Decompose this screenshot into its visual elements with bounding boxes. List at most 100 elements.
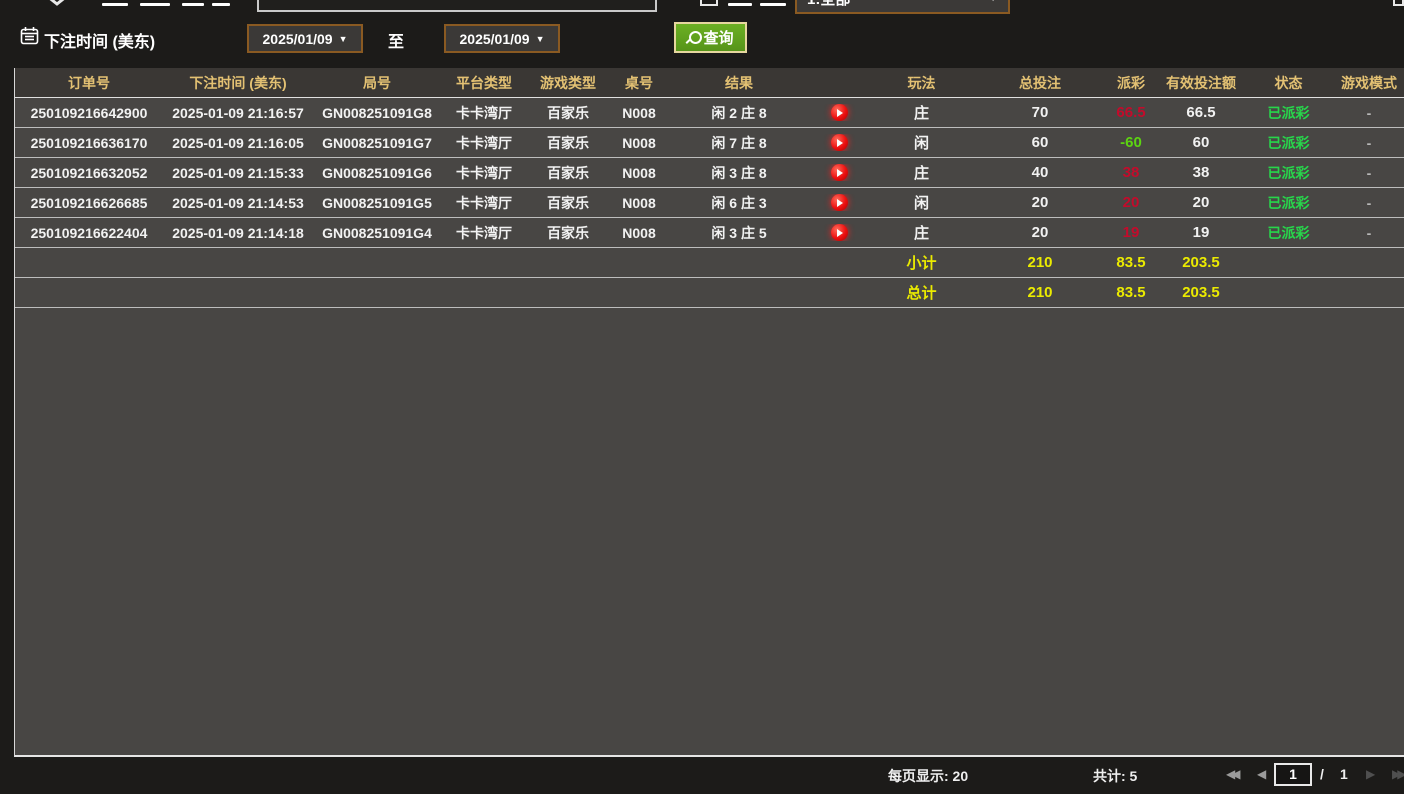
cell-round-id: GN008251091G6 [322,164,432,181]
total-payout: 83.5 [1116,284,1146,301]
cell-game-mode: - [1366,224,1372,241]
subtotal-row: 小计 210 83.5 203.5 [15,248,1404,278]
cell-game-mode: - [1366,134,1372,151]
cell-status: 已派彩 [1267,134,1310,151]
cell-order-id: 250109216626685 [30,194,148,211]
calendar-icon [20,27,39,45]
subtotal-valid-bet: 203.5 [1182,254,1220,271]
cell-order-id: 250109216622404 [30,224,148,241]
cell-bet-time: 2025-01-09 21:14:18 [172,224,304,241]
cropped-chevron-icon [49,0,65,6]
page-separator: / [1320,766,1324,782]
subtotal-total-bet: 210 [1027,254,1053,271]
cropped-dropdown[interactable]: 1:全部 ▼ [795,0,1010,14]
last-page-button[interactable]: ▶▶ [1392,767,1404,781]
table-row: 250109216622404 2025-01-09 21:14:18 GN00… [15,218,1404,248]
cell-game-type: 百家乐 [547,104,589,121]
cell-play-type: 庄 [913,105,929,122]
page-number-input[interactable]: 1 [1274,763,1312,786]
total-count-label: 共计: 5 [1093,768,1138,784]
play-icon[interactable] [830,164,848,182]
cell-result: 闲 2 庄 8 [711,104,767,121]
cell-status: 已派彩 [1267,224,1310,241]
play-icon[interactable] [830,104,848,122]
query-button[interactable]: 查询 [674,22,747,53]
search-icon [687,31,703,44]
cell-platform: 卡卡湾厅 [456,224,512,241]
column-header-status: 状态 [1274,74,1303,91]
cropped-label-fragment [212,3,230,6]
cell-valid-bet: 20 [1192,194,1210,211]
cell-total-bet: 20 [1031,224,1049,241]
cell-platform: 卡卡湾厅 [456,164,512,181]
cell-table-no: N008 [622,224,656,241]
cell-valid-bet: 60 [1192,134,1210,151]
play-icon[interactable] [830,134,848,152]
cell-payout: 38 [1122,164,1140,181]
cell-play-video [809,134,869,152]
column-header-total-bet: 总投注 [1019,74,1061,91]
cell-payout: 19 [1122,224,1140,241]
bet-time-filter-row: 下注时间 (美东) 2025/01/09 ▼ 至 2025/01/09 ▼ 查询 [0,22,1404,56]
cell-valid-bet: 38 [1192,164,1210,181]
next-page-button[interactable]: ▶ [1366,767,1375,781]
cell-game-mode: - [1366,164,1372,181]
total-row: 总计 210 83.5 203.5 [15,278,1404,308]
cell-game-type: 百家乐 [547,164,589,181]
cropped-dropdown-value: 1:全部 [807,0,850,9]
cell-bet-time: 2025-01-09 21:14:53 [172,194,304,211]
cell-bet-time: 2025-01-09 21:16:57 [172,104,304,121]
cell-payout: 20 [1122,194,1140,211]
cell-valid-bet: 66.5 [1186,104,1216,121]
cell-play-type: 闲 [913,135,929,152]
cell-table-no: N008 [622,164,656,181]
bet-time-label: 下注时间 (美东) [44,34,156,51]
cell-platform: 卡卡湾厅 [456,134,512,151]
cell-status: 已派彩 [1267,194,1310,211]
cell-result: 闲 7 庄 8 [711,134,767,151]
cell-table-no: N008 [622,194,656,211]
column-header-valid-bet: 有效投注额 [1166,74,1236,91]
column-header-platform: 平台类型 [456,74,512,91]
prev-page-button[interactable]: ◀ [1257,767,1266,781]
cropped-label-fragment [102,3,128,6]
cell-result: 闲 3 庄 8 [711,164,767,181]
total-total-bet: 210 [1027,284,1053,301]
cell-platform: 卡卡湾厅 [456,104,512,121]
table-row: 250109216642900 2025-01-09 21:16:57 GN00… [15,98,1404,128]
total-pages: 1 [1340,766,1348,782]
cell-result: 闲 6 庄 3 [711,194,767,211]
cell-game-mode: - [1366,194,1372,211]
cell-total-bet: 40 [1031,164,1049,181]
cell-round-id: GN008251091G7 [322,134,432,151]
cropped-text-input[interactable] [257,0,657,12]
filter-bar: 1:全部 ▼ 下注时间 (美东) 2025/01/09 ▼ 至 2025/01/… [0,0,1404,68]
date-from-value: 2025/01/09 [262,30,333,47]
table-row: 250109216636170 2025-01-09 21:16:05 GN00… [15,128,1404,158]
cropped-label-fragment [760,3,786,6]
table-row: 250109216632052 2025-01-09 21:15:33 GN00… [15,158,1404,188]
cell-game-type: 百家乐 [547,134,589,151]
column-header-bet-time: 下注时间 (美东) [189,74,287,91]
play-icon[interactable] [830,224,848,242]
cell-play-type: 庄 [913,225,929,242]
cell-platform: 卡卡湾厅 [456,194,512,211]
date-to-value: 2025/01/09 [459,30,530,47]
cell-round-id: GN008251091G4 [322,224,432,241]
subtotal-payout: 83.5 [1116,254,1146,271]
cell-result: 闲 3 庄 5 [711,224,767,241]
date-from-select[interactable]: 2025/01/09 ▼ [247,24,363,53]
column-header-result: 结果 [725,74,753,91]
cell-payout: -60 [1120,134,1142,151]
first-page-button[interactable]: ◀◀ [1226,767,1241,781]
table-row: 250109216626685 2025-01-09 21:14:53 GN00… [15,188,1404,218]
cell-total-bet: 60 [1031,134,1049,151]
cropped-label-fragment [182,3,204,6]
cropped-field-icon [700,0,718,6]
cell-play-video [809,164,869,182]
column-header-table-no: 桌号 [625,74,653,91]
cell-table-no: N008 [622,134,656,151]
pagination-bar: 每页显示: 20 共计: 5 ◀◀ ◀ 1 / 1 ▶ ▶▶ [0,757,1404,794]
play-icon[interactable] [830,194,848,212]
date-to-select[interactable]: 2025/01/09 ▼ [444,24,560,53]
